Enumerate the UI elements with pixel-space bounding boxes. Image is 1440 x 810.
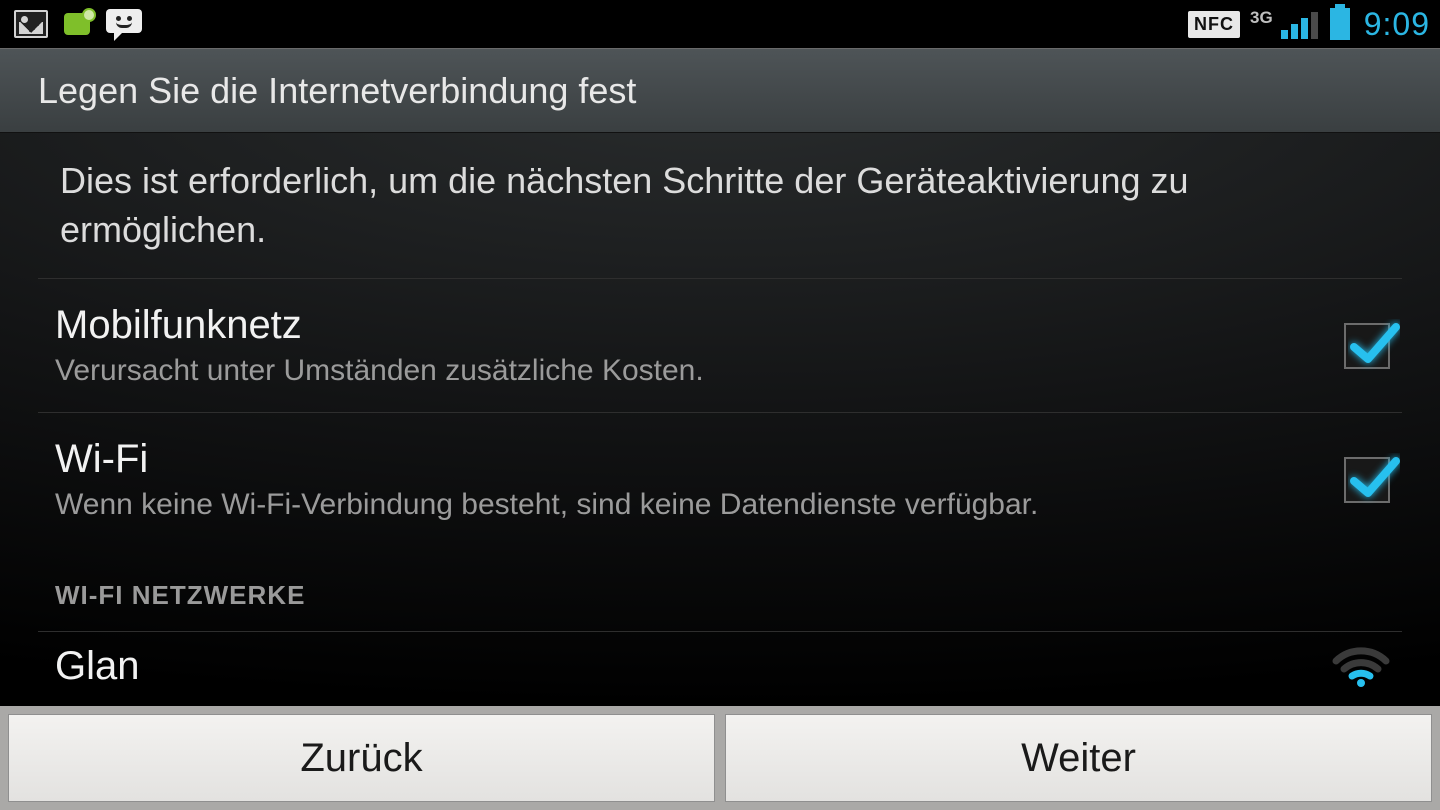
wifi-checkbox[interactable] bbox=[1344, 457, 1390, 503]
nfc-icon: NFC bbox=[1188, 11, 1240, 38]
option-texts: Mobilfunknetz Verursacht unter Umständen… bbox=[55, 303, 1344, 388]
status-bar: NFC 3G 9:09 bbox=[0, 0, 1440, 48]
android-notification-icon bbox=[60, 10, 94, 38]
messaging-notification-icon bbox=[106, 9, 142, 39]
wifi-networks-section-header: WI-FI NETZWERKE bbox=[0, 546, 1440, 631]
network-type-label: 3G bbox=[1250, 8, 1273, 28]
gallery-notification-icon bbox=[14, 10, 48, 38]
option-title: Wi-Fi bbox=[55, 437, 1304, 482]
wifi-network-row[interactable]: Glan bbox=[0, 632, 1440, 689]
intro-text: Dies ist erforderlich, um die nächsten S… bbox=[0, 147, 1440, 278]
clock-label: 9:09 bbox=[1364, 6, 1430, 43]
option-subtitle: Verursacht unter Umständen zusätzliche K… bbox=[55, 354, 1304, 388]
next-button-label: Weiter bbox=[1021, 736, 1136, 781]
wifi-signal-icon bbox=[1332, 645, 1390, 689]
wifi-network-name: Glan bbox=[55, 644, 140, 689]
back-button[interactable]: Zurück bbox=[8, 714, 715, 802]
next-button[interactable]: Weiter bbox=[725, 714, 1432, 802]
option-title: Mobilfunknetz bbox=[55, 303, 1304, 348]
page-title-bar: Legen Sie die Internetverbindung fest bbox=[0, 48, 1440, 133]
battery-icon bbox=[1330, 8, 1350, 40]
status-bar-right: NFC 3G 9:09 bbox=[1188, 6, 1430, 43]
mobile-network-checkbox[interactable] bbox=[1344, 323, 1390, 369]
option-row-wifi[interactable]: Wi-Fi Wenn keine Wi-Fi-Verbindung besteh… bbox=[0, 413, 1440, 546]
option-row-mobile-network[interactable]: Mobilfunknetz Verursacht unter Umständen… bbox=[0, 279, 1440, 412]
page-title: Legen Sie die Internetverbindung fest bbox=[38, 70, 636, 112]
option-texts: Wi-Fi Wenn keine Wi-Fi-Verbindung besteh… bbox=[55, 437, 1344, 522]
signal-strength-icon bbox=[1281, 9, 1318, 39]
back-button-label: Zurück bbox=[300, 736, 422, 781]
content-area: Dies ist erforderlich, um die nächsten S… bbox=[0, 133, 1440, 706]
bottom-button-bar: Zurück Weiter bbox=[0, 706, 1440, 810]
status-bar-left bbox=[14, 9, 142, 39]
option-subtitle: Wenn keine Wi-Fi-Verbindung besteht, sin… bbox=[55, 488, 1304, 522]
